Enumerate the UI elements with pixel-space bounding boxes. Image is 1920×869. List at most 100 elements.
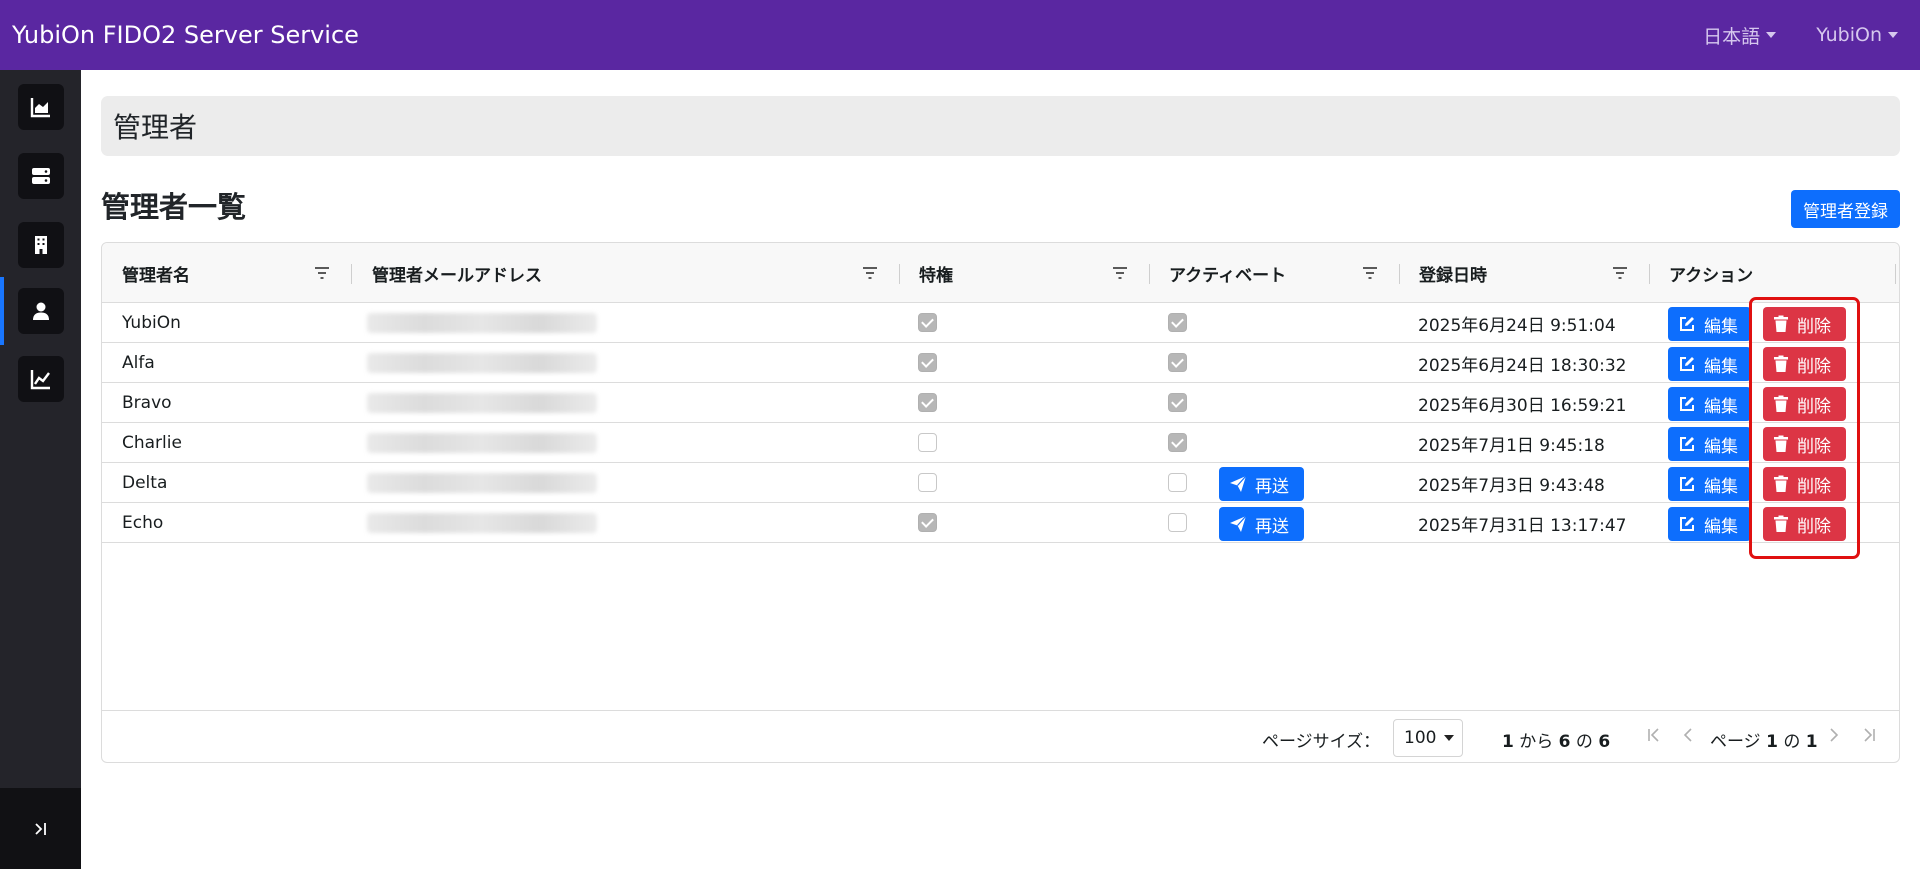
trash-icon <box>1774 435 1788 452</box>
edit-label: 編集 <box>1704 516 1738 537</box>
table-row[interactable]: Echo 2025年7月31日 13:17:47 編集 削除 再送 <box>102 503 1899 543</box>
privilege-checkbox[interactable] <box>918 393 937 412</box>
first-page-icon[interactable] <box>1647 727 1661 743</box>
sidebar-item-organizations[interactable] <box>18 222 64 268</box>
privilege-checkbox[interactable] <box>918 353 937 372</box>
delete-label: 削除 <box>1797 356 1831 377</box>
previous-page-icon[interactable] <box>1682 727 1694 743</box>
caret-down-icon <box>1888 32 1898 38</box>
sidebar-item-dashboard[interactable] <box>18 84 64 130</box>
paper-plane-icon <box>1230 515 1247 532</box>
page-size-select[interactable]: 100 <box>1393 719 1463 757</box>
activated-checkbox[interactable] <box>1168 393 1187 412</box>
activated-checkbox[interactable] <box>1168 313 1187 332</box>
top-navbar: YubiOn FIDO2 Server Service 日本語 YubiOn <box>0 0 1920 70</box>
delete-button[interactable]: 削除 <box>1763 347 1846 381</box>
email-redacted <box>367 433 597 453</box>
page-size-label: ページサイズ： <box>1262 732 1381 752</box>
sidebar-item-statistics[interactable] <box>18 356 64 402</box>
filter-icon[interactable] <box>1362 265 1378 281</box>
admin-name-cell: Bravo <box>122 393 172 413</box>
paper-plane-icon <box>1230 475 1247 492</box>
resend-button[interactable]: 再送 <box>1219 507 1304 541</box>
column-header-name[interactable]: 管理者名 <box>102 243 190 303</box>
register-admin-button[interactable]: 管理者登録 <box>1791 190 1900 228</box>
table-row[interactable]: Alfa 2025年6月24日 18:30:32 編集 削除 <box>102 343 1899 383</box>
caret-down-icon <box>1444 735 1455 741</box>
edit-label: 編集 <box>1704 436 1738 457</box>
table-row[interactable]: YubiOn 2025年6月24日 9:51:04 編集 削除 <box>102 303 1899 343</box>
user-dropdown[interactable]: YubiOn <box>1816 24 1898 46</box>
activated-checkbox[interactable] <box>1168 513 1187 532</box>
section-title: 管理者一覧 <box>101 190 247 224</box>
language-label: 日本語 <box>1703 25 1761 48</box>
filter-icon[interactable] <box>862 265 878 281</box>
activated-checkbox[interactable] <box>1168 353 1187 372</box>
column-header-email[interactable]: 管理者メールアドレス <box>352 243 542 303</box>
summary-of: の <box>1575 732 1593 752</box>
navbar-right: 日本語 YubiOn <box>1703 22 1920 49</box>
admin-name-cell: Alfa <box>122 353 155 373</box>
edit-button[interactable]: 編集 <box>1668 507 1751 541</box>
column-header-registered[interactable]: 登録日時 <box>1399 243 1487 303</box>
delete-label: 削除 <box>1797 476 1831 497</box>
admin-table: 管理者名 管理者メールアドレス 特権 アクティベート 登録日時 アクション Yu… <box>101 242 1900 763</box>
sidebar-item-servers[interactable] <box>18 153 64 199</box>
delete-button[interactable]: 削除 <box>1763 387 1846 421</box>
column-header-activated[interactable]: アクティベート <box>1149 243 1286 303</box>
privilege-checkbox[interactable] <box>918 513 937 532</box>
email-redacted <box>367 473 597 493</box>
edit-label: 編集 <box>1704 476 1738 497</box>
delete-button[interactable]: 削除 <box>1763 507 1846 541</box>
delete-label: 削除 <box>1797 436 1831 457</box>
active-indicator <box>0 277 4 345</box>
line-chart-icon <box>30 370 50 390</box>
page-prefix: ページ <box>1710 732 1761 752</box>
table-row[interactable]: Charlie 2025年7月1日 9:45:18 編集 削除 <box>102 423 1899 463</box>
delete-button[interactable]: 削除 <box>1763 427 1846 461</box>
delete-button[interactable]: 削除 <box>1763 307 1846 341</box>
edit-button[interactable]: 編集 <box>1668 467 1751 501</box>
page-total: 1 <box>1805 732 1818 752</box>
last-page-icon[interactable] <box>1862 727 1876 743</box>
summary-from: 1 <box>1502 732 1514 752</box>
caret-down-icon <box>1766 32 1777 38</box>
column-header-privilege[interactable]: 特権 <box>899 243 953 303</box>
table-row[interactable]: Bravo 2025年6月30日 16:59:21 編集 削除 <box>102 383 1899 423</box>
edit-button[interactable]: 編集 <box>1668 387 1751 421</box>
sidebar-item-administrators[interactable] <box>18 288 64 334</box>
activated-checkbox[interactable] <box>1168 473 1187 492</box>
trash-icon <box>1774 395 1788 412</box>
email-redacted <box>367 313 597 333</box>
filter-icon[interactable] <box>314 265 330 281</box>
resend-button[interactable]: 再送 <box>1219 467 1304 501</box>
next-page-icon[interactable] <box>1828 727 1840 743</box>
language-dropdown[interactable]: 日本語 <box>1703 22 1777 49</box>
edit-button[interactable]: 編集 <box>1668 307 1751 341</box>
activated-checkbox[interactable] <box>1168 433 1187 452</box>
filter-icon[interactable] <box>1112 265 1128 281</box>
privilege-checkbox[interactable] <box>918 313 937 332</box>
page-of: の <box>1783 732 1801 752</box>
page-info: ページ 1 の 1 <box>1710 727 1818 752</box>
column-separator[interactable] <box>1895 264 1896 284</box>
delete-button[interactable]: 削除 <box>1763 467 1846 501</box>
privilege-checkbox[interactable] <box>918 473 937 492</box>
privilege-checkbox[interactable] <box>918 433 937 452</box>
edit-icon <box>1680 317 1694 331</box>
sidebar-expand-button[interactable] <box>0 788 81 869</box>
edit-icon <box>1680 397 1694 411</box>
resend-label: 再送 <box>1255 516 1289 537</box>
edit-icon <box>1680 477 1694 491</box>
trash-icon <box>1774 475 1788 492</box>
edit-label: 編集 <box>1704 396 1738 417</box>
app-title[interactable]: YubiOn FIDO2 Server Service <box>0 21 359 49</box>
filter-icon[interactable] <box>1612 265 1628 281</box>
registered-date-cell: 2025年7月3日 9:43:48 <box>1418 475 1605 496</box>
registered-date-cell: 2025年6月24日 18:30:32 <box>1418 355 1627 376</box>
edit-button[interactable]: 編集 <box>1668 427 1751 461</box>
table-row[interactable]: Delta 2025年7月3日 9:43:48 編集 削除 再送 <box>102 463 1899 503</box>
edit-button[interactable]: 編集 <box>1668 347 1751 381</box>
edit-label: 編集 <box>1704 356 1738 377</box>
page-current: 1 <box>1766 732 1778 752</box>
